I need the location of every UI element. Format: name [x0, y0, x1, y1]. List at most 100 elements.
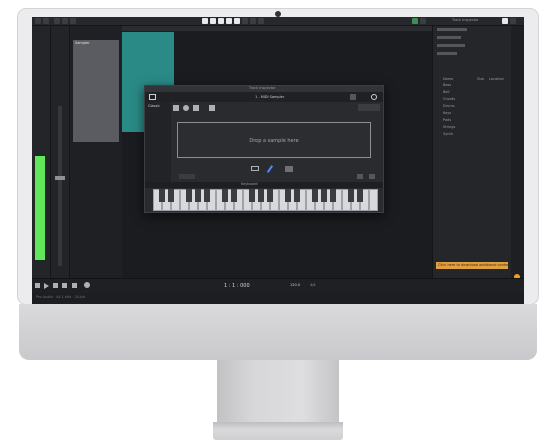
classic-mode-icon[interactable]: [173, 105, 179, 111]
imac-chin: [19, 304, 537, 360]
browser-button[interactable]: [420, 18, 426, 24]
stop-button[interactable]: [218, 18, 224, 24]
track-name: Sampler: [75, 41, 90, 45]
banner-text: Click here to download additional conten…: [438, 263, 512, 267]
piano-black-key[interactable]: [348, 189, 354, 202]
fader-handle[interactable]: [55, 176, 65, 180]
record-button[interactable]: [234, 18, 240, 24]
signature-display[interactable]: 4/4: [310, 283, 316, 288]
imac-stand-foot: [213, 422, 343, 440]
record-icon[interactable]: [84, 282, 90, 288]
piano-black-key[interactable]: [204, 189, 210, 202]
sampler-toolbar: 1 - MIDI Sampler: [145, 92, 383, 102]
piano-black-key[interactable]: [294, 189, 300, 202]
inspector-left: [32, 26, 51, 278]
play-icon[interactable]: [44, 283, 49, 289]
pencil-icon[interactable]: [266, 165, 274, 173]
library-button[interactable]: [35, 18, 41, 24]
keys-area[interactable]: [153, 189, 379, 211]
play-button[interactable]: [226, 18, 232, 24]
piano-black-key[interactable]: [159, 189, 165, 202]
piano-black-key[interactable]: [231, 189, 237, 202]
mixer-icon[interactable]: [285, 166, 293, 172]
settings-icon[interactable]: [357, 174, 363, 179]
fader-track[interactable]: [58, 106, 62, 266]
forward-button[interactable]: [210, 18, 216, 24]
piano-black-key[interactable]: [330, 189, 336, 202]
list-item[interactable]: Chords: [443, 97, 455, 102]
piano-black-key[interactable]: [222, 189, 228, 202]
tuner-button[interactable]: [258, 18, 264, 24]
sampler-window-title: Track Inspector: [249, 86, 276, 90]
category-line: [437, 36, 461, 39]
tempo-display[interactable]: 120.0: [290, 283, 300, 288]
track-headers: Sampler: [70, 26, 123, 278]
piano-black-key[interactable]: [267, 189, 273, 202]
zoom-control[interactable]: [179, 174, 195, 179]
mode-row: [173, 104, 381, 112]
compare-icon[interactable]: [350, 94, 356, 100]
notes-button[interactable]: [502, 18, 508, 24]
list-item[interactable]: Bell: [443, 90, 450, 95]
metronome-button[interactable]: [250, 18, 256, 24]
daw-screen: Track Inspector Sampler Name Size Locati…: [32, 17, 524, 305]
expand-icon[interactable]: [369, 174, 375, 179]
cycle-icon[interactable]: [72, 283, 77, 288]
inspector-button[interactable]: [43, 18, 49, 24]
ruler[interactable]: [122, 26, 432, 31]
list-item[interactable]: Synth: [443, 132, 453, 137]
piano-black-key[interactable]: [285, 189, 291, 202]
stop-icon[interactable]: [62, 283, 67, 288]
list-item[interactable]: Keys: [443, 111, 451, 116]
piano-black-key[interactable]: [357, 189, 363, 202]
preset-menu[interactable]: [358, 104, 380, 111]
list-item[interactable]: Pads: [443, 118, 451, 123]
smart-controls-button[interactable]: [62, 18, 68, 24]
list-item[interactable]: Bass: [443, 83, 451, 88]
status-text: Pro Audio · 44.1 kHz · 24-bit: [36, 295, 85, 299]
loop-browser-button[interactable]: [412, 18, 418, 24]
piano-black-key[interactable]: [195, 189, 201, 202]
browser-col-size: Size: [477, 77, 485, 81]
track-header-selected[interactable]: Sampler: [73, 40, 119, 142]
mode-label[interactable]: Classic: [148, 104, 160, 109]
control-bar: Track Inspector: [32, 17, 524, 26]
waveform-icon[interactable]: [251, 166, 259, 171]
category-line: [437, 52, 457, 55]
rewind-button[interactable]: [202, 18, 208, 24]
browser-col-name: Name: [443, 77, 454, 81]
rewind-icon[interactable]: [35, 283, 40, 288]
piano-black-key[interactable]: [168, 189, 174, 202]
slice-icon[interactable]: [193, 105, 199, 111]
editors-button[interactable]: [510, 18, 516, 24]
recorder-icon[interactable]: [209, 105, 215, 111]
mixer-button[interactable]: [70, 18, 76, 24]
transport-bar: 1 : 1 : 000 120.0 4/4: [32, 278, 524, 293]
library-categories: [437, 28, 507, 68]
keyboard-label: Keyboard: [241, 182, 258, 186]
cycle-button[interactable]: [242, 18, 248, 24]
link-icon[interactable]: [371, 94, 377, 100]
drop-zone[interactable]: Drop a sample here: [177, 122, 371, 158]
list-item[interactable]: Drums: [443, 104, 455, 109]
forward-icon[interactable]: [53, 283, 58, 288]
position-counter: 1 : 1 : 000: [224, 283, 250, 289]
category-line: [437, 28, 467, 31]
piano-black-key[interactable]: [312, 189, 318, 202]
imac-stand: [217, 360, 339, 424]
browser-col-location: Location: [489, 77, 504, 81]
piano-black-key[interactable]: [186, 189, 192, 202]
piano-white-key[interactable]: [369, 189, 378, 211]
list-item[interactable]: Strings: [443, 125, 455, 130]
power-icon[interactable]: [149, 94, 156, 100]
piano-keyboard[interactable]: [145, 188, 383, 212]
piano-black-key[interactable]: [321, 189, 327, 202]
piano-black-key[interactable]: [249, 189, 255, 202]
toolbar-button[interactable]: [54, 18, 60, 24]
piano-black-key[interactable]: [258, 189, 264, 202]
sampler-window: Track Inspector 1 - MIDI Sampler Classic…: [144, 85, 384, 213]
download-banner[interactable]: Click here to download additional conten…: [436, 262, 512, 269]
inspector-channel: [51, 26, 70, 278]
one-shot-icon[interactable]: [183, 105, 189, 111]
window-title: Track Inspector: [452, 18, 479, 22]
